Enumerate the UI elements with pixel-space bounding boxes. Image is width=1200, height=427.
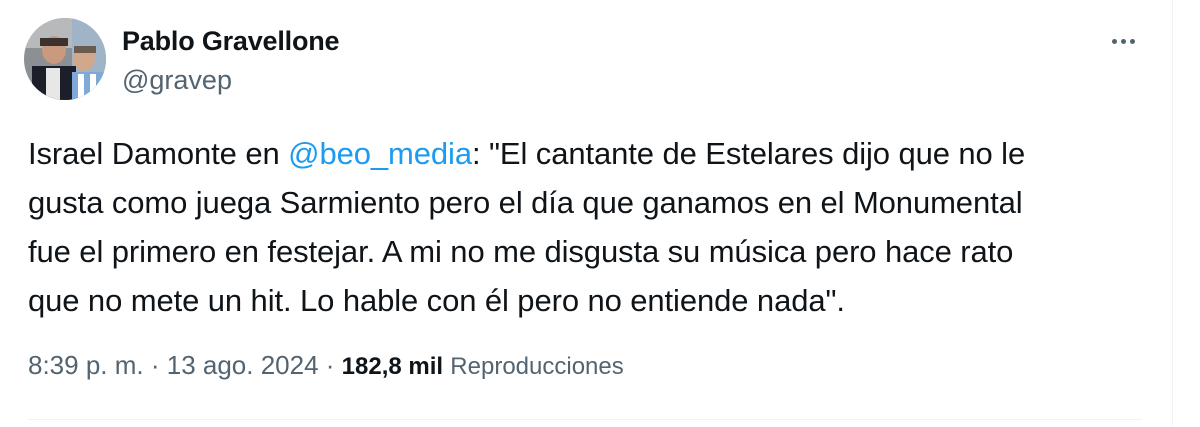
- author-handle[interactable]: @gravep: [122, 65, 232, 96]
- tweet-text-line: Israel Damonte en @beo_media: "El cantan…: [28, 136, 1026, 171]
- views-count: 182,8 mil: [341, 353, 444, 380]
- tweet-text-line: gusta como juega Sarmiento pero el día q…: [28, 185, 1023, 220]
- more-horizontal-icon: [1111, 38, 1117, 44]
- tweet-text-line: que no mete un hit. Lo hable con él pero…: [28, 283, 845, 318]
- mention-link[interactable]: @beo_media: [288, 136, 472, 171]
- more-options-button[interactable]: [1100, 22, 1146, 60]
- views-label: Reproducciones: [450, 353, 624, 380]
- author-name[interactable]: Pablo Gravellone: [122, 26, 340, 57]
- column-border: [1172, 0, 1173, 427]
- avatar-image: [24, 18, 106, 100]
- tweet-time[interactable]: 8:39 p. m.: [28, 350, 144, 380]
- tweet: Pablo Gravellone @gravep Israel Damonte …: [0, 0, 1172, 427]
- tweet-meta: 8:39 p. m. · 13 ago. 2024 · 182,8 mil Re…: [28, 350, 624, 380]
- avatar[interactable]: [24, 18, 106, 100]
- tweet-date[interactable]: 13 ago. 2024: [167, 350, 319, 380]
- tweet-text-line: fue el primero en festejar. A mi no me d…: [28, 234, 1014, 269]
- tweet-text: Israel Damonte en @beo_media: "El cantan…: [28, 129, 1148, 325]
- divider: [28, 419, 1142, 420]
